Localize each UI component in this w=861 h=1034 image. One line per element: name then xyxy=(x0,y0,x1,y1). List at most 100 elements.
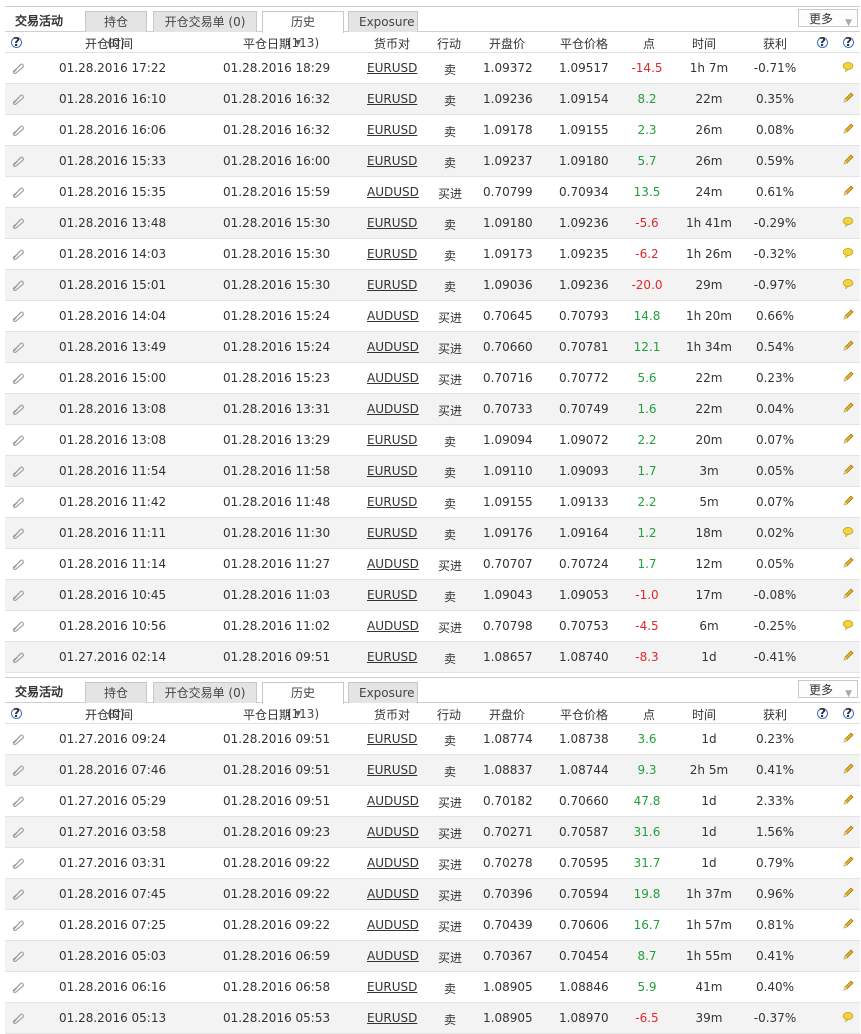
header-close-price[interactable]: 平仓价格 xyxy=(560,35,608,52)
table-row[interactable]: 01.28.2016 15:33 01.28.2016 16:00 EURUSD 卖 1… xyxy=(5,146,860,177)
paperclip-icon[interactable] xyxy=(11,887,25,901)
comment-icon[interactable] xyxy=(842,526,854,538)
table-row[interactable]: 01.28.2016 17:22 01.28.2016 18:29 EURUSD 卖 1… xyxy=(5,53,860,84)
paperclip-icon[interactable] xyxy=(11,825,25,839)
help-icon[interactable]: ? xyxy=(817,35,828,49)
pencil-icon[interactable] xyxy=(842,949,854,961)
symbol-link[interactable]: AUDUSD xyxy=(367,309,419,323)
paperclip-icon[interactable] xyxy=(11,495,25,509)
pencil-icon[interactable] xyxy=(842,794,854,806)
help-icon[interactable]: ? xyxy=(11,35,22,49)
table-row[interactable]: 01.28.2016 10:56 01.28.2016 11:02 AUDUSD 买进… xyxy=(5,611,860,642)
header-duration[interactable]: 时间 xyxy=(692,706,716,723)
paperclip-icon[interactable] xyxy=(11,794,25,808)
help-icon[interactable]: ? xyxy=(11,706,22,720)
symbol-link[interactable]: EURUSD xyxy=(367,526,417,540)
table-row[interactable]: 01.28.2016 11:11 01.28.2016 11:30 EURUSD 卖 1… xyxy=(5,518,860,549)
pencil-icon[interactable] xyxy=(842,433,854,445)
symbol-link[interactable]: EURUSD xyxy=(367,278,417,292)
symbol-link[interactable]: EURUSD xyxy=(367,433,417,447)
table-row[interactable]: 01.27.2016 03:31 01.28.2016 09:22 AUDUSD 买进… xyxy=(5,848,860,879)
table-row[interactable]: 01.28.2016 15:00 01.28.2016 15:23 AUDUSD 买进… xyxy=(5,363,860,394)
header-action[interactable]: 行动 xyxy=(437,35,461,52)
paperclip-icon[interactable] xyxy=(11,557,25,571)
header-symbol[interactable]: 货币对 xyxy=(374,35,410,52)
paperclip-icon[interactable] xyxy=(11,92,25,106)
header-profit[interactable]: 获利 xyxy=(763,706,787,723)
header-open-time[interactable]: 开仓时间 xyxy=(85,706,133,723)
table-row[interactable]: 01.27.2016 09:24 01.28.2016 09:51 EURUSD 卖 1… xyxy=(5,724,860,755)
paperclip-icon[interactable] xyxy=(11,61,25,75)
pencil-icon[interactable] xyxy=(842,918,854,930)
more-dropdown[interactable]: 更多 ▼ xyxy=(798,9,858,28)
comment-icon[interactable] xyxy=(842,216,854,228)
symbol-link[interactable]: EURUSD xyxy=(367,495,417,509)
paperclip-icon[interactable] xyxy=(11,340,25,354)
header-profit[interactable]: 获利 xyxy=(763,35,787,52)
help-icon[interactable]: ? xyxy=(843,706,854,720)
symbol-link[interactable]: AUDUSD xyxy=(367,856,419,870)
symbol-link[interactable]: AUDUSD xyxy=(367,340,419,354)
table-row[interactable]: 01.28.2016 13:49 01.28.2016 15:24 AUDUSD 买进… xyxy=(5,332,860,363)
table-row[interactable]: 01.28.2016 07:25 01.28.2016 09:22 AUDUSD 买进… xyxy=(5,910,860,941)
header-open-price[interactable]: 开盘价 xyxy=(489,35,525,52)
comment-icon[interactable] xyxy=(842,61,854,73)
paperclip-icon[interactable] xyxy=(11,371,25,385)
tab-open-orders[interactable]: 开仓交易单 (0) xyxy=(153,682,257,703)
symbol-link[interactable]: AUDUSD xyxy=(367,185,419,199)
pencil-icon[interactable] xyxy=(842,825,854,837)
header-duration[interactable]: 时间 xyxy=(692,35,716,52)
paperclip-icon[interactable] xyxy=(11,464,25,478)
comment-icon[interactable] xyxy=(842,619,854,631)
pencil-icon[interactable] xyxy=(842,402,854,414)
help-icon[interactable]: ? xyxy=(817,706,828,720)
paperclip-icon[interactable] xyxy=(11,402,25,416)
symbol-link[interactable]: EURUSD xyxy=(367,650,417,664)
symbol-link[interactable]: AUDUSD xyxy=(367,887,419,901)
header-close-price[interactable]: 平仓价格 xyxy=(560,706,608,723)
table-row[interactable]: 01.28.2016 16:06 01.28.2016 16:32 EURUSD 卖 1… xyxy=(5,115,860,146)
paperclip-icon[interactable] xyxy=(11,154,25,168)
paperclip-icon[interactable] xyxy=(11,856,25,870)
table-row[interactable]: 01.27.2016 02:14 01.28.2016 09:51 EURUSD 卖 1… xyxy=(5,642,860,673)
paperclip-icon[interactable] xyxy=(11,123,25,137)
symbol-link[interactable]: AUDUSD xyxy=(367,949,419,963)
paperclip-icon[interactable] xyxy=(11,619,25,633)
pencil-icon[interactable] xyxy=(842,464,854,476)
symbol-link[interactable]: EURUSD xyxy=(367,123,417,137)
header-close-date[interactable]: 平仓日期 xyxy=(243,35,291,52)
comment-icon[interactable] xyxy=(842,247,854,259)
table-row[interactable]: 01.28.2016 13:08 01.28.2016 13:29 EURUSD 卖 1… xyxy=(5,425,860,456)
symbol-link[interactable]: AUDUSD xyxy=(367,371,419,385)
table-row[interactable]: 01.28.2016 07:46 01.28.2016 09:51 EURUSD 卖 1… xyxy=(5,755,860,786)
header-open-price[interactable]: 开盘价 xyxy=(489,706,525,723)
paperclip-icon[interactable] xyxy=(11,980,25,994)
paperclip-icon[interactable] xyxy=(11,732,25,746)
symbol-link[interactable]: EURUSD xyxy=(367,464,417,478)
pencil-icon[interactable] xyxy=(842,309,854,321)
tab-history[interactable]: 历史 (113) xyxy=(262,11,344,50)
symbol-link[interactable]: EURUSD xyxy=(367,1011,417,1025)
table-row[interactable]: 01.28.2016 14:03 01.28.2016 15:30 EURUSD 卖 1… xyxy=(5,239,860,270)
paperclip-icon[interactable] xyxy=(11,588,25,602)
table-row[interactable]: 01.28.2016 07:45 01.28.2016 09:22 AUDUSD 买进… xyxy=(5,879,860,910)
more-dropdown[interactable]: 更多 ▼ xyxy=(798,680,858,699)
paperclip-icon[interactable] xyxy=(11,526,25,540)
paperclip-icon[interactable] xyxy=(11,1011,25,1025)
pencil-icon[interactable] xyxy=(842,371,854,383)
tab-positions[interactable]: 持仓 (0) xyxy=(85,11,147,50)
paperclip-icon[interactable] xyxy=(11,949,25,963)
comment-icon[interactable] xyxy=(842,1011,854,1023)
paperclip-icon[interactable] xyxy=(11,278,25,292)
table-row[interactable]: 01.27.2016 05:29 01.28.2016 09:51 AUDUSD 买进… xyxy=(5,786,860,817)
header-close-date[interactable]: 平仓日期 xyxy=(243,706,291,723)
table-row[interactable]: 01.27.2016 03:58 01.28.2016 09:23 AUDUSD 买进… xyxy=(5,817,860,848)
pencil-icon[interactable] xyxy=(842,185,854,197)
pencil-icon[interactable] xyxy=(842,154,854,166)
tab-exposure[interactable]: Exposure xyxy=(348,11,418,32)
paperclip-icon[interactable] xyxy=(11,309,25,323)
symbol-link[interactable]: EURUSD xyxy=(367,247,417,261)
paperclip-icon[interactable] xyxy=(11,650,25,664)
paperclip-icon[interactable] xyxy=(11,433,25,447)
symbol-link[interactable]: EURUSD xyxy=(367,154,417,168)
